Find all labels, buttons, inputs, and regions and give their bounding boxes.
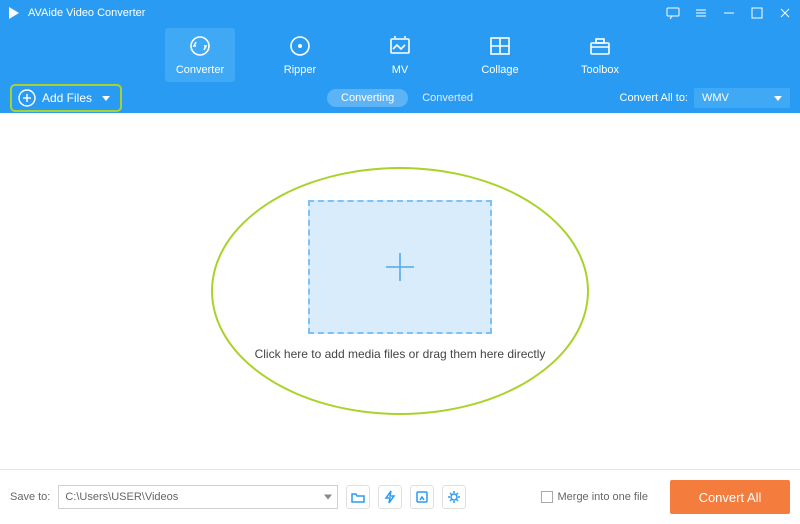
convert-all-label: Convert All [699, 490, 762, 505]
output-format-value: WMV [702, 92, 729, 104]
output-format-select[interactable]: WMV [694, 88, 790, 108]
tab-ripper[interactable]: Ripper [265, 28, 335, 82]
tab-label: MV [392, 64, 409, 76]
tab-mv[interactable]: MV [365, 28, 435, 82]
chevron-down-icon [774, 96, 782, 101]
tab-label: Converter [176, 64, 224, 76]
converter-icon [186, 32, 214, 60]
tab-label: Toolbox [581, 64, 619, 76]
toolbox-icon [586, 32, 614, 60]
plus-circle-icon [18, 89, 36, 107]
tab-converter[interactable]: Converter [165, 28, 235, 82]
maximize-icon[interactable] [748, 4, 766, 22]
app-logo-icon [6, 5, 22, 21]
settings-button[interactable] [442, 485, 466, 509]
app-title: AVAide Video Converter [28, 7, 145, 19]
add-files-button[interactable]: Add Files [10, 84, 122, 112]
minimize-icon[interactable] [720, 4, 738, 22]
merge-into-one-checkbox[interactable]: Merge into one file [541, 491, 649, 503]
collage-icon [486, 32, 514, 60]
tab-collage[interactable]: Collage [465, 28, 535, 82]
convert-all-button[interactable]: Convert All [670, 480, 790, 514]
open-folder-button[interactable] [346, 485, 370, 509]
save-to-label: Save to: [10, 491, 50, 503]
close-icon[interactable] [776, 4, 794, 22]
tab-toolbox[interactable]: Toolbox [565, 28, 635, 82]
drop-zone[interactable]: Click here to add media files or drag th… [211, 167, 589, 415]
mv-icon [386, 32, 414, 60]
chevron-down-icon [102, 96, 110, 101]
menu-icon[interactable] [692, 4, 710, 22]
ripper-icon [286, 32, 314, 60]
add-files-label: Add Files [42, 91, 92, 105]
drop-zone-hint: Click here to add media files or drag th… [255, 347, 546, 361]
drop-zone-box[interactable] [308, 200, 492, 334]
convert-all-to-label: Convert All to: [620, 92, 688, 104]
checkbox-icon [541, 491, 553, 503]
save-path-input[interactable] [58, 485, 338, 509]
merge-label: Merge into one file [558, 491, 649, 503]
tab-label: Ripper [284, 64, 316, 76]
high-speed-button[interactable] [410, 485, 434, 509]
plus-icon [380, 247, 420, 287]
converting-tab[interactable]: Converting [327, 89, 408, 107]
converted-tab[interactable]: Converted [422, 92, 473, 104]
tab-label: Collage [481, 64, 518, 76]
feedback-icon[interactable] [664, 4, 682, 22]
main-tabs: Converter Ripper MV Collage Toolbox [0, 26, 800, 82]
gpu-accel-button[interactable] [378, 485, 402, 509]
